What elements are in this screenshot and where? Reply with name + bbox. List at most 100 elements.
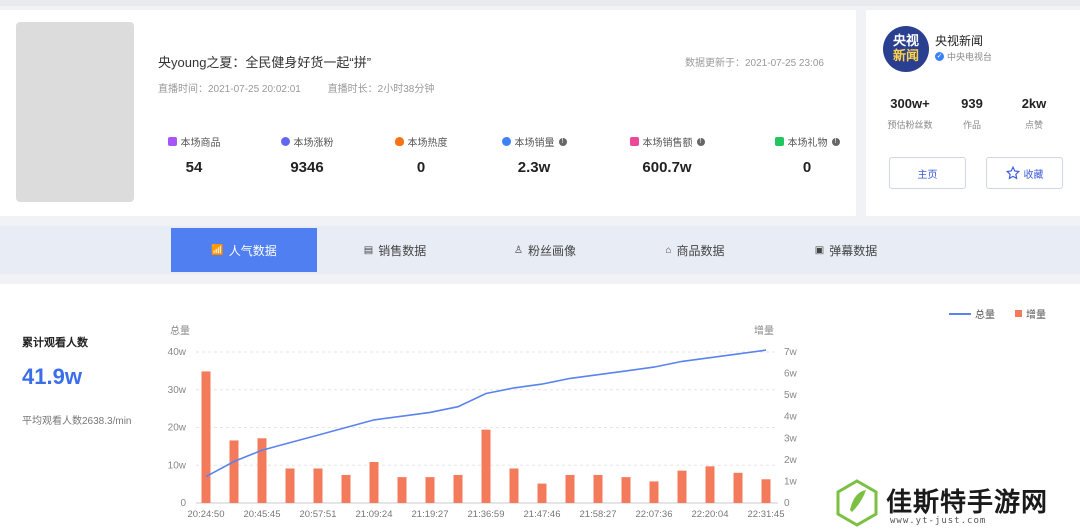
y-right-axis-label: 增量 [754, 324, 774, 337]
tab-label: 商品数据 [676, 243, 725, 258]
y-left-tick-label: 10w [168, 460, 187, 471]
stat-label: 本场商品 [180, 138, 221, 149]
y-right-tick-label: 2w [784, 455, 798, 466]
stat-value: 600.7w [642, 159, 692, 176]
stat-heat: 本场热度 0 [361, 134, 481, 176]
x-tick-label: 22:31:45 [748, 509, 785, 520]
author-stat-works: 939 作品 [942, 96, 1002, 131]
stat-value: 9346 [290, 159, 324, 176]
danmaku-icon: ▣ [814, 244, 825, 256]
product-icon: ⌂ [665, 244, 672, 256]
stat-sales-count: 本场销量! 2.3w [474, 134, 594, 176]
trend-icon: 📶 [211, 244, 224, 256]
stat-label: 本场礼物 [787, 138, 828, 149]
bar [509, 468, 519, 503]
tab-products[interactable]: ⌂ 商品数据 [622, 228, 768, 272]
star-icon [1005, 166, 1020, 180]
bar [229, 440, 239, 503]
author-stat-fans: 300w+ 预估粉丝数 [880, 96, 940, 131]
author-avatar[interactable]: 央视 新闻 [883, 26, 929, 72]
sales-icon [501, 137, 511, 146]
fire-icon [394, 137, 404, 146]
bar [705, 466, 715, 503]
watermark-logo [836, 479, 878, 527]
avatar-text-top: 央视 [892, 33, 919, 48]
y-left-tick-label: 20w [168, 423, 187, 434]
stat-sales-amount: 本场销售额! 600.7w [607, 134, 727, 176]
bar [593, 474, 603, 503]
y-right-tick-label: 4w [784, 412, 798, 423]
y-right-tick-label: 6w [784, 369, 798, 380]
author-stat-label: 作品 [962, 120, 981, 130]
money-bag-icon [629, 137, 639, 146]
info-icon[interactable]: ! [831, 137, 840, 146]
author-card: 央视 新闻 央视新闻 ✓ 中央电视台 300w+ 预估粉丝数 939 作品 2k… [866, 10, 1080, 216]
stat-products: 本场商品 54 [134, 134, 254, 176]
bag-icon [167, 137, 177, 146]
author-stat-label: 点赞 [1024, 120, 1043, 130]
data-tabs: 📶 人气数据 ▤ 销售数据 ♙ 粉丝画像 ⌂ 商品数据 ▣ 弹幕数据 [0, 226, 1080, 274]
x-tick-label: 22:07:36 [636, 509, 673, 520]
top-strip [0, 0, 1080, 6]
bar [425, 477, 435, 503]
y-left-axis-label: 总量 [170, 324, 190, 337]
bar [565, 474, 575, 503]
author-stat-likes: 2kw 点赞 [1004, 96, 1064, 131]
stat-value: 2.3w [517, 159, 551, 176]
live-title: 央young之夏：全民健身好货一起“拼” [158, 55, 372, 70]
author-stat-value: 300w+ [890, 96, 930, 111]
y-right-tick-label: 0 [784, 498, 790, 509]
author-stat-value: 939 [961, 96, 983, 111]
stat-label: 本场销量 [514, 138, 555, 149]
tab-label: 人气数据 [228, 243, 277, 258]
author-stat-value: 2kw [1021, 96, 1047, 111]
favorite-button[interactable]: 收藏 [986, 157, 1063, 189]
avatar-text-bottom: 新闻 [892, 48, 919, 63]
bar [761, 479, 771, 503]
info-icon[interactable]: ! [558, 137, 567, 146]
x-tick-label: 21:36:59 [468, 509, 505, 520]
watermark-url: www.yt-just.com [890, 516, 987, 526]
watermark-text: 佳斯特手游网 [886, 488, 1049, 518]
x-tick-label: 21:09:24 [356, 509, 393, 520]
live-cover-image[interactable] [16, 22, 134, 202]
y-left-tick-label: 40w [168, 347, 187, 358]
tab-sales[interactable]: ▤ 销售数据 [322, 228, 468, 272]
stat-new-fans: 本场涨粉 9346 [247, 134, 367, 176]
bar [341, 474, 351, 503]
info-icon[interactable]: ! [696, 137, 705, 146]
tab-popularity[interactable]: 📶 人气数据 [171, 228, 317, 272]
stat-gifts: 本场礼物! 0 [747, 134, 867, 176]
x-tick-label: 20:45:45 [244, 509, 281, 520]
x-tick-label: 21:47:46 [524, 509, 561, 520]
site-watermark: 佳斯特手游网 www.yt-just.com [830, 478, 1080, 531]
home-button[interactable]: 主页 [889, 157, 966, 189]
x-tick-label: 21:58:27 [580, 509, 617, 520]
x-tick-label: 20:24:50 [188, 509, 225, 520]
live-info-card: 央young之夏：全民健身好货一起“拼” 直播时间：2021-07-25 20:… [0, 10, 856, 216]
user-add-icon [280, 137, 290, 146]
stat-value: 54 [185, 159, 203, 176]
y-right-tick-label: 5w [784, 390, 798, 401]
y-right-tick-label: 3w [784, 433, 798, 444]
y-left-tick-label: 0 [180, 498, 186, 509]
bar [733, 472, 743, 503]
bar [453, 474, 463, 503]
bar [285, 468, 295, 503]
bar [369, 462, 379, 503]
tab-label: 粉丝画像 [527, 243, 576, 258]
bar [313, 468, 323, 503]
tab-fans[interactable]: ♙ 粉丝画像 [472, 228, 618, 272]
verified-icon: ✓ [935, 52, 944, 61]
tab-danmaku[interactable]: ▣ 弹幕数据 [773, 228, 919, 272]
x-tick-label: 21:19:27 [412, 509, 449, 520]
author-stat-label: 预估粉丝数 [887, 120, 933, 130]
author-org: ✓ 中央电视台 [935, 50, 992, 63]
stat-label: 本场热度 [407, 138, 448, 149]
bar [537, 483, 547, 503]
live-meta: 直播时间：2021-07-25 20:02:01 直播时长：2小时38分钟 [158, 80, 458, 95]
bar [649, 481, 659, 503]
tab-label: 弹幕数据 [829, 243, 878, 258]
bar [201, 371, 211, 503]
author-name[interactable]: 央视新闻 [935, 32, 983, 49]
